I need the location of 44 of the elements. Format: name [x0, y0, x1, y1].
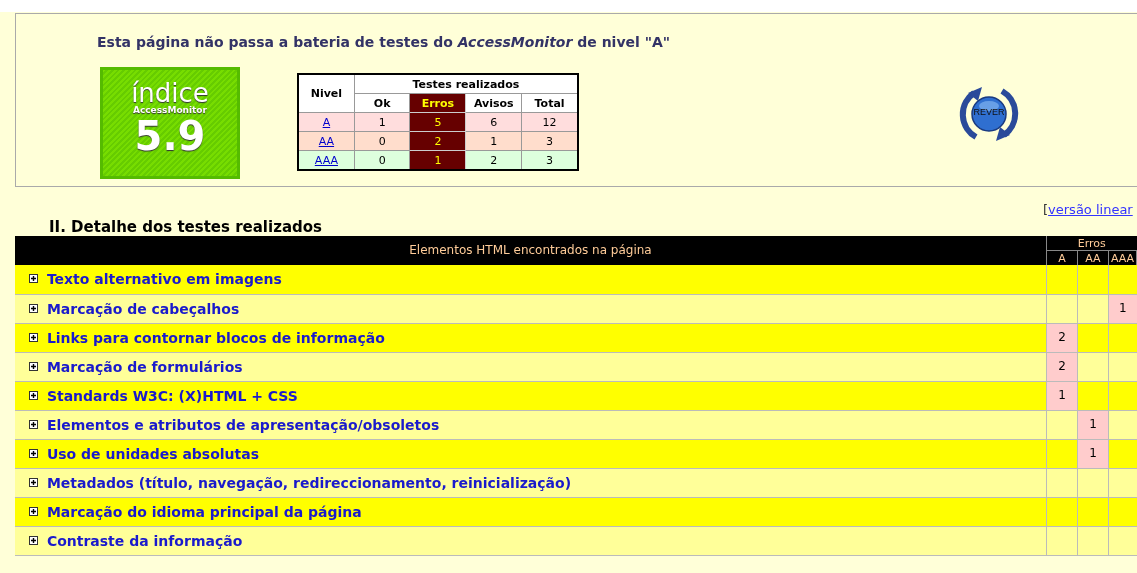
- table-cell: 1: [1077, 439, 1109, 468]
- table-header: Testes realizados: [354, 74, 578, 94]
- table-cell: 1: [1077, 410, 1109, 439]
- table-cell: 0: [354, 131, 410, 151]
- expand-icon[interactable]: [29, 361, 38, 371]
- index-score: 5.9: [134, 115, 206, 156]
- table-cell: 6: [465, 112, 522, 132]
- expand-icon[interactable]: [29, 332, 38, 342]
- table-header: AA: [1077, 250, 1109, 265]
- expand-icon[interactable]: [29, 535, 38, 545]
- test-category-link[interactable]: Standards W3C: (X)HTML + CSS: [46, 387, 298, 404]
- expand-icon[interactable]: [29, 303, 38, 313]
- test-category-link[interactable]: Contraste da informação: [46, 532, 243, 549]
- expand-icon[interactable]: [29, 419, 38, 429]
- table-cell: 1: [1046, 381, 1078, 410]
- table-cell: 1: [1108, 294, 1137, 323]
- expand-icon[interactable]: [29, 477, 38, 487]
- table-cell: 2: [1046, 352, 1078, 381]
- test-category-link[interactable]: Marcação do idioma principal da página: [46, 503, 362, 520]
- linear-version-link[interactable]: versão linear: [1048, 202, 1133, 217]
- table-cell: 1: [354, 112, 410, 132]
- expand-icon[interactable]: [29, 274, 38, 284]
- index-title: índice: [131, 80, 209, 106]
- table-header: Elementos HTML encontrados na página: [15, 236, 1047, 265]
- level-link[interactable]: A: [322, 115, 331, 129]
- expand-icon[interactable]: [29, 390, 38, 400]
- section-title: II. Detalhe dos testes realizados: [49, 218, 323, 236]
- table-cell: 2: [1046, 323, 1078, 352]
- bracket-text: [: [1043, 202, 1049, 217]
- test-category-link[interactable]: Marcação de cabeçalhos: [46, 300, 240, 317]
- test-category-link[interactable]: Marcação de formulários: [46, 358, 243, 375]
- review-button[interactable]: REVER: [954, 79, 1024, 149]
- table-header: A: [1046, 250, 1078, 265]
- expand-icon[interactable]: [29, 448, 38, 458]
- test-category-link[interactable]: Links para contornar blocos de informação: [46, 329, 385, 346]
- expand-icon[interactable]: [29, 506, 38, 516]
- test-category-link[interactable]: Texto alternativo em imagens: [46, 271, 282, 288]
- table-cell: 1: [465, 131, 522, 151]
- index-brand: AccessMonitor: [133, 106, 207, 116]
- test-category-link[interactable]: Uso de unidades absolutas: [46, 445, 260, 462]
- table-header: Erros: [1046, 236, 1137, 251]
- table-header: Nivel: [298, 74, 355, 113]
- table-header: AAA: [1108, 250, 1137, 265]
- result-message: Esta página não passa a bateria de testes do AccessMonitor de nivel "A": [97, 34, 672, 50]
